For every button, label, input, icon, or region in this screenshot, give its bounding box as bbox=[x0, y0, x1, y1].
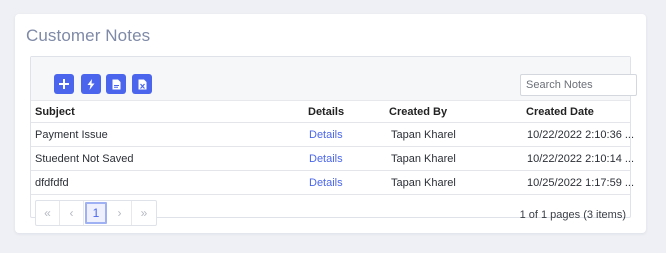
column-header-details[interactable]: Details bbox=[308, 106, 344, 118]
first-page-button[interactable]: « bbox=[36, 201, 60, 225]
details-link[interactable]: Details bbox=[309, 153, 343, 165]
grid-toolbar bbox=[31, 57, 637, 101]
lightning-icon bbox=[87, 78, 95, 90]
column-header-subject[interactable]: Subject bbox=[35, 106, 75, 118]
pdf-file-icon bbox=[112, 79, 120, 89]
last-page-button[interactable]: » bbox=[132, 201, 156, 225]
pagination: « ‹ 1 › » bbox=[35, 200, 157, 226]
table-row[interactable]: dfdfdfd Details Tapan Kharel 10/25/2022 … bbox=[31, 171, 634, 195]
search-input[interactable] bbox=[520, 74, 637, 96]
table-header: Subject Details Created By Created Date bbox=[31, 101, 630, 123]
page-title: Customer Notes bbox=[26, 26, 151, 45]
page-number-button[interactable]: 1 bbox=[85, 202, 107, 224]
cell-created-date: 10/25/2022 1:17:59 ... bbox=[527, 177, 635, 189]
cell-created-date: 10/22/2022 2:10:14 ... bbox=[527, 153, 635, 165]
table-row[interactable]: Payment Issue Details Tapan Kharel 10/22… bbox=[31, 123, 634, 147]
add-button[interactable] bbox=[54, 74, 74, 94]
details-link[interactable]: Details bbox=[309, 177, 343, 189]
next-page-button[interactable]: › bbox=[108, 201, 132, 225]
cell-created-by: Tapan Kharel bbox=[391, 153, 456, 165]
cell-created-by: Tapan Kharel bbox=[391, 177, 456, 189]
column-header-created-date[interactable]: Created Date bbox=[526, 106, 594, 118]
column-header-created-by[interactable]: Created By bbox=[389, 106, 447, 118]
table-row[interactable]: Stuedent Not Saved Details Tapan Kharel … bbox=[31, 147, 634, 171]
prev-page-button[interactable]: ‹ bbox=[60, 201, 84, 225]
notes-grid: Subject Details Created By Created Date … bbox=[30, 56, 637, 218]
cell-subject: Payment Issue bbox=[35, 129, 108, 141]
export-excel-button[interactable] bbox=[132, 74, 152, 94]
details-link[interactable]: Details bbox=[309, 129, 343, 141]
cell-created-date: 10/22/2022 2:10:36 ... bbox=[527, 129, 635, 141]
cell-subject: dfdfdfd bbox=[35, 177, 69, 189]
quick-action-button[interactable] bbox=[81, 74, 101, 94]
plus-icon bbox=[59, 79, 69, 89]
excel-file-icon bbox=[138, 79, 146, 89]
customer-notes-card: Customer Notes Search Notes Subject Deta… bbox=[15, 14, 646, 233]
cell-subject: Stuedent Not Saved bbox=[35, 153, 134, 165]
export-pdf-button[interactable] bbox=[106, 74, 126, 94]
pager-info: 1 of 1 pages (3 items) bbox=[519, 209, 626, 221]
cell-created-by: Tapan Kharel bbox=[391, 129, 456, 141]
